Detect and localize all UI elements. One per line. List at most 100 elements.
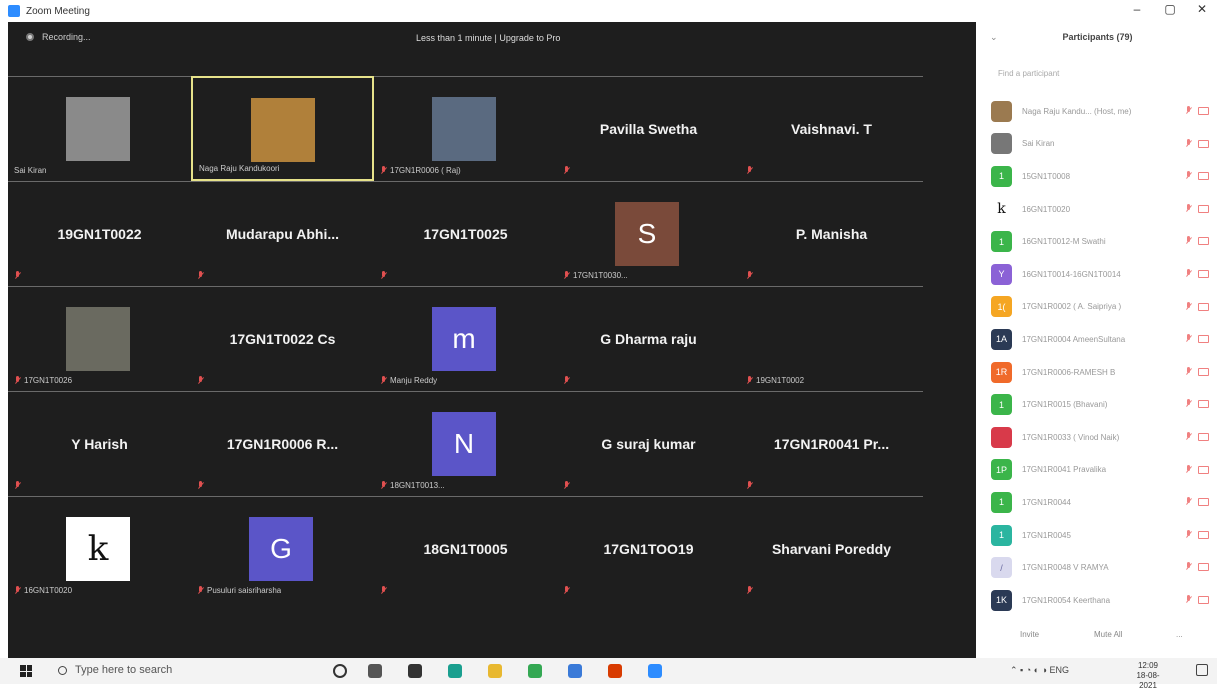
file-explorer-icon[interactable] bbox=[488, 664, 502, 678]
video-tile[interactable]: 17GN1T0022 Cs bbox=[191, 286, 374, 391]
video-off-icon bbox=[1198, 498, 1209, 507]
participant-status-icons bbox=[1185, 203, 1209, 214]
participant-row[interactable]: 1P 17GN1R0041 Pravalika bbox=[978, 454, 1217, 487]
participant-row[interactable]: 1 16GN1T0012-M Swathi bbox=[978, 225, 1217, 258]
participant-list-name: Sai Kiran bbox=[1022, 139, 1055, 149]
mic-muted-icon bbox=[1185, 171, 1192, 181]
store-icon[interactable] bbox=[408, 664, 422, 678]
chrome-icon[interactable] bbox=[528, 664, 542, 678]
tile-label-text: 17GN1R0006 ( Raj) bbox=[390, 166, 461, 175]
participant-list-name: Naga Raju Kandu... (Host, me) bbox=[1022, 106, 1132, 116]
participant-list-name: 16GN1T0012-M Swathi bbox=[1022, 237, 1106, 247]
zoom-icon[interactable] bbox=[648, 664, 662, 678]
participant-row[interactable]: 1 17GN1R0044 bbox=[978, 486, 1217, 519]
taskbar-search[interactable]: Type here to search bbox=[58, 664, 172, 676]
participant-row[interactable]: k 16GN1T0020 bbox=[978, 193, 1217, 226]
video-tile[interactable]: k 16GN1T0020 bbox=[8, 496, 191, 601]
video-tile[interactable]: Mudarapu Abhi... bbox=[191, 181, 374, 286]
participant-avatar bbox=[991, 100, 1012, 122]
participant-row[interactable]: 1K 17GN1R0054 Keerthana bbox=[978, 584, 1217, 617]
video-tile[interactable]: 19GN1T0002 bbox=[740, 286, 923, 391]
mic-muted-icon bbox=[746, 481, 753, 490]
notification-icon[interactable] bbox=[1196, 664, 1208, 676]
system-tray[interactable]: ⌃ ▪ ◔ ◐ ◑ ENG bbox=[1010, 665, 1069, 676]
invite-button[interactable]: Invite bbox=[1020, 630, 1039, 639]
video-tile[interactable]: P. Manisha bbox=[740, 181, 923, 286]
windows-start-icon[interactable] bbox=[20, 665, 32, 677]
participant-name: 17GN1TOO19 bbox=[603, 541, 694, 557]
participant-row[interactable]: Naga Raju Kandu... (Host, me) bbox=[978, 95, 1217, 128]
mic-muted-icon bbox=[1185, 431, 1192, 442]
maximize-button[interactable]: ▢ bbox=[1155, 2, 1185, 16]
participant-row[interactable]: 17GN1R0033 ( Vinod Naik) bbox=[978, 421, 1217, 454]
tile-label: 18GN1T0013... bbox=[380, 481, 445, 490]
video-tile[interactable]: Sai Kiran bbox=[8, 76, 191, 181]
video-tile[interactable]: 17GN1R0006 ( Raj) bbox=[374, 76, 557, 181]
participant-status-icons bbox=[1185, 562, 1209, 572]
video-tile[interactable]: 17GN1R0006 R... bbox=[191, 391, 374, 496]
video-tile[interactable]: Sharvani Poreddy bbox=[740, 496, 923, 601]
participant-row[interactable]: / 17GN1R0048 V RAMYA bbox=[978, 551, 1217, 584]
video-tile[interactable]: Naga Raju Kandukoori bbox=[191, 76, 374, 181]
video-tile[interactable]: N 18GN1T0013... bbox=[374, 391, 557, 496]
recording-indicator[interactable]: Recording... bbox=[26, 32, 91, 42]
participant-name: Sharvani Poreddy bbox=[771, 541, 892, 557]
video-tile[interactable]: Pavilla Swetha bbox=[557, 76, 740, 181]
mic-muted-icon bbox=[1185, 268, 1192, 279]
participant-status-icons bbox=[1185, 497, 1209, 507]
meeting-topbar: Recording... Less than 1 minute | Upgrad… bbox=[8, 22, 976, 56]
video-tile[interactable]: S 17GN1T0030... bbox=[557, 181, 740, 286]
letter-avatar: k bbox=[66, 517, 130, 581]
participant-row[interactable]: 1 15GN1T0008 bbox=[978, 160, 1217, 193]
video-tile[interactable]: 17GN1TOO19 bbox=[557, 496, 740, 601]
participant-search-input[interactable]: Find a participant bbox=[998, 69, 1059, 78]
video-off-icon bbox=[1198, 269, 1209, 278]
participant-name: G Dharma raju bbox=[600, 331, 697, 347]
video-tile[interactable]: G suraj kumar bbox=[557, 391, 740, 496]
participant-row[interactable]: 1(17GN1R0002 ( A. Saipriya ) bbox=[978, 291, 1217, 324]
mute-all-button[interactable]: Mute All bbox=[1094, 630, 1122, 639]
video-tile[interactable]: 18GN1T0005 bbox=[374, 496, 557, 601]
participant-row[interactable]: 1 17GN1R0045 bbox=[978, 519, 1217, 552]
video-tile[interactable]: 17GN1R0041 Pr... bbox=[740, 391, 923, 496]
close-button[interactable]: ✕ bbox=[1187, 2, 1217, 16]
participant-photo bbox=[66, 307, 130, 371]
mic-muted-icon bbox=[197, 481, 204, 490]
video-tile[interactable]: 19GN1T0022 bbox=[8, 181, 191, 286]
video-tile[interactable]: Vaishnavi. T bbox=[740, 76, 923, 181]
video-tile[interactable]: 17GN1T0025 bbox=[374, 181, 557, 286]
tile-label bbox=[563, 166, 570, 175]
participant-avatar: 1P bbox=[991, 459, 1012, 481]
edge-icon[interactable] bbox=[448, 664, 462, 678]
mic-muted-icon bbox=[1185, 497, 1192, 507]
video-off-icon bbox=[1198, 335, 1209, 344]
video-tile[interactable]: Y Harish bbox=[8, 391, 191, 496]
tile-label-text: 16GN1T0020 bbox=[24, 586, 73, 595]
task-view-icon[interactable] bbox=[368, 664, 382, 678]
minimize-button[interactable]: – bbox=[1122, 2, 1152, 16]
participant-row[interactable]: 1A 17GN1R0004 AmeenSultana bbox=[978, 323, 1217, 356]
video-tile[interactable]: G Pusuluri saisriharsha bbox=[191, 496, 374, 601]
participant-avatar: 1 bbox=[991, 491, 1012, 513]
video-tile[interactable]: G Dharma raju bbox=[557, 286, 740, 391]
participant-row[interactable]: 1R 17GN1R0006-RAMESH B bbox=[978, 356, 1217, 389]
office-icon[interactable] bbox=[608, 664, 622, 678]
mic-muted-icon bbox=[1185, 366, 1192, 377]
participant-row[interactable]: 1 17GN1R0015 (Bhavani) bbox=[978, 388, 1217, 421]
participant-avatar: 1R bbox=[991, 361, 1012, 383]
mic-muted-icon bbox=[14, 271, 21, 280]
upgrade-banner[interactable]: Less than 1 minute | Upgrade to Pro bbox=[416, 33, 560, 43]
taskbar-clock[interactable]: 12:09 18-08-2021 bbox=[1133, 661, 1163, 691]
video-off-icon bbox=[1198, 367, 1209, 376]
participant-avatar: 1 bbox=[991, 231, 1012, 253]
more-button[interactable]: ... bbox=[1176, 630, 1183, 639]
video-tile[interactable]: 17GN1T0026 bbox=[8, 286, 191, 391]
cortana-icon[interactable] bbox=[333, 664, 347, 678]
participant-row[interactable]: Sai Kiran bbox=[978, 128, 1217, 161]
video-tile[interactable]: m Manju Reddy bbox=[374, 286, 557, 391]
mic-muted-icon bbox=[197, 271, 204, 280]
app-icon[interactable] bbox=[568, 664, 582, 678]
participant-row[interactable]: Y 16GN1T0014-16GN1T0014 bbox=[978, 258, 1217, 291]
tile-label: 17GN1T0026 bbox=[14, 376, 72, 385]
participant-avatar: 1 bbox=[991, 165, 1012, 187]
